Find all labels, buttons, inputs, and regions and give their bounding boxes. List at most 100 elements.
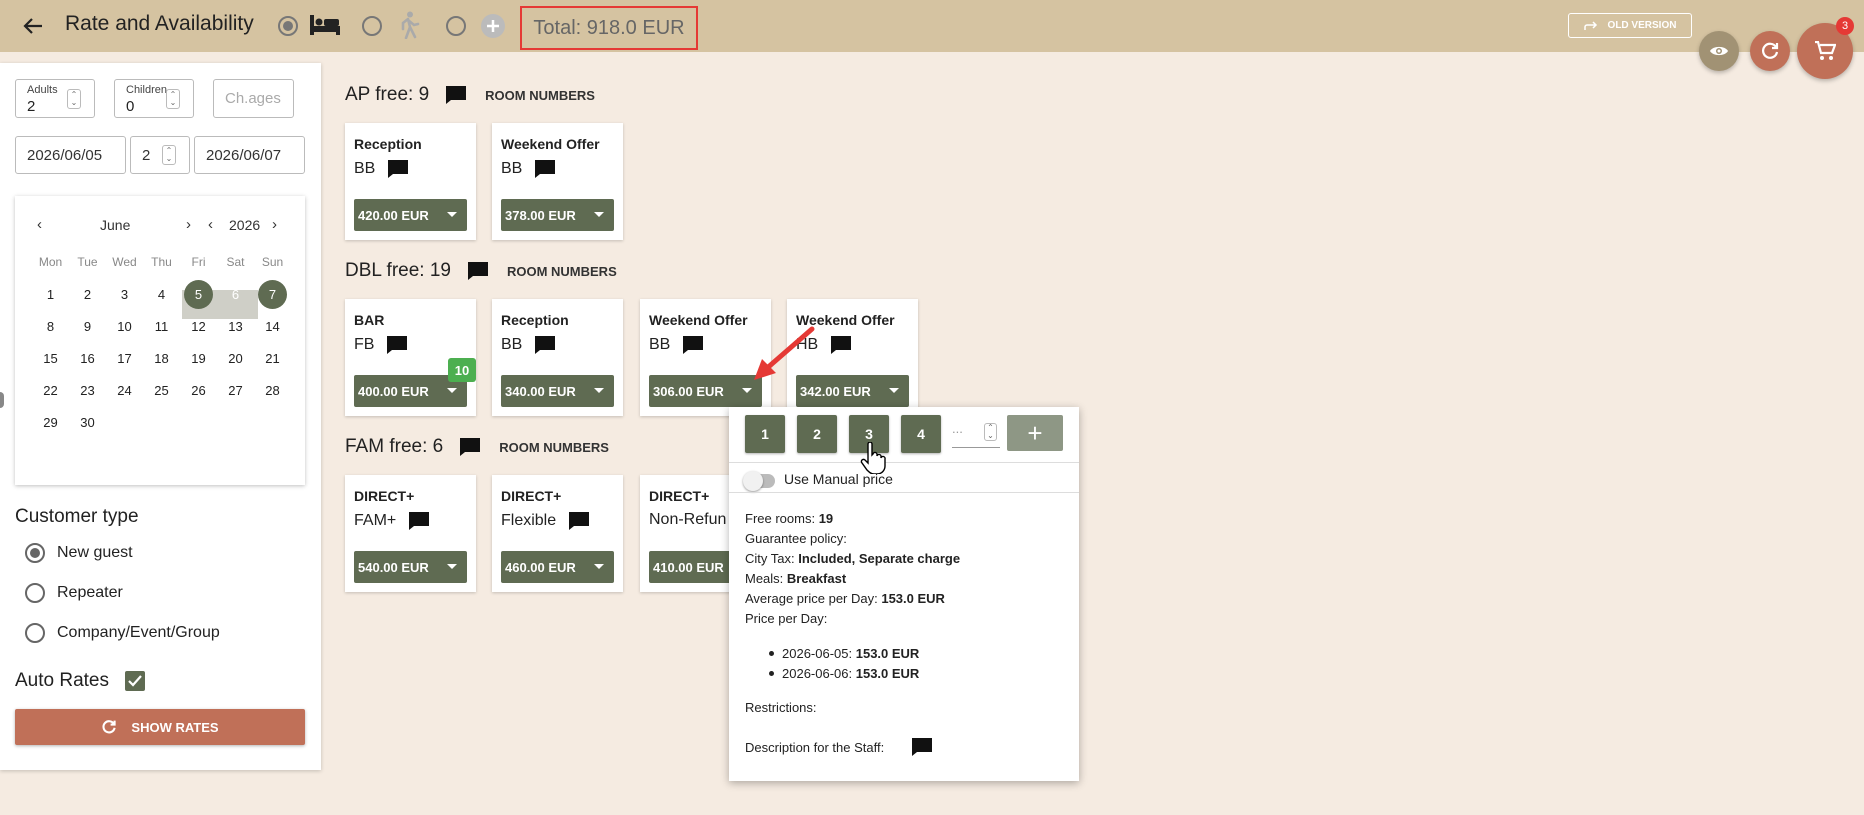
calendar-day[interactable]: 18 xyxy=(143,342,180,374)
nights-stepper[interactable]: ⌃ ⌄ xyxy=(162,145,176,165)
comment-icon[interactable] xyxy=(534,335,556,355)
calendar-day[interactable]: 23 xyxy=(69,374,106,406)
rate-name: Reception xyxy=(354,136,422,152)
prev-year-icon[interactable]: ‹ xyxy=(208,216,213,233)
back-arrow-icon[interactable] xyxy=(18,12,48,40)
comment-icon[interactable] xyxy=(445,85,467,105)
price-dropdown-button[interactable]: 540.00 EUR xyxy=(354,551,467,583)
price-dropdown-button[interactable]: 306.00 EUR xyxy=(649,375,762,407)
comment-icon[interactable] xyxy=(386,335,408,355)
quantity-stepper[interactable]: ⌃ ⌄ xyxy=(984,423,997,441)
adults-stepper[interactable]: ⌃ ⌄ xyxy=(67,89,81,109)
comment-icon[interactable] xyxy=(682,335,704,355)
price-dropdown-button[interactable]: 378.00 EUR xyxy=(501,199,614,231)
mode-radio-rooms[interactable] xyxy=(278,16,298,36)
calendar-day[interactable]: 8 xyxy=(32,310,69,342)
calendar-day[interactable]: 9 xyxy=(69,310,106,342)
staff-description-info: Description for the Staff: xyxy=(745,740,885,755)
radio-company[interactable] xyxy=(25,623,45,643)
radio-new-guest[interactable] xyxy=(25,543,45,563)
calendar-day[interactable]: 24 xyxy=(106,374,143,406)
calendar-day[interactable]: 2 xyxy=(69,278,106,310)
quantity-button-4[interactable]: 4 xyxy=(901,415,941,453)
show-rates-button[interactable]: SHOW RATES xyxy=(15,709,305,745)
price-dropdown-button[interactable]: 340.00 EUR xyxy=(501,375,614,407)
comment-icon[interactable] xyxy=(408,511,430,531)
calendar-day[interactable]: 10 xyxy=(106,310,143,342)
children-stepper[interactable]: ⌃ ⌄ xyxy=(166,89,180,109)
room-type-header-ap: AP free: 9 ROOM NUMBERS xyxy=(345,84,595,106)
date-to-input[interactable]: 2026/06/07 xyxy=(194,136,305,174)
manual-price-toggle[interactable] xyxy=(743,471,775,491)
price-value: 540.00 EUR xyxy=(358,559,429,575)
quantity-button-1[interactable]: 1 xyxy=(745,415,785,453)
calendar-day-end[interactable]: 7 xyxy=(254,278,291,310)
calendar-day-in-range[interactable]: 6 xyxy=(217,278,254,310)
customer-option-repeater[interactable]: Repeater xyxy=(25,583,123,603)
add-quantity-button[interactable]: + xyxy=(1007,415,1063,451)
calendar-day[interactable]: 16 xyxy=(69,342,106,374)
children-value: 0 xyxy=(126,98,135,115)
children-field[interactable]: Children 0 ⌃ ⌄ xyxy=(114,79,194,118)
adults-value: 2 xyxy=(27,98,36,115)
calendar-day[interactable]: 1 xyxy=(32,278,69,310)
next-month-icon[interactable]: › xyxy=(186,216,191,233)
room-numbers-link[interactable]: ROOM NUMBERS xyxy=(485,88,595,103)
mode-radio-activity[interactable] xyxy=(362,16,382,36)
calendar-day[interactable]: 12 xyxy=(180,310,217,342)
calendar-day[interactable]: 21 xyxy=(254,342,291,374)
rate-card: DIRECT+ Flexible 460.00 EUR xyxy=(492,475,623,592)
customer-option-company[interactable]: Company/Event/Group xyxy=(25,623,220,643)
calendar-day[interactable]: 13 xyxy=(217,310,254,342)
child-ages-input[interactable]: Ch.ages xyxy=(213,79,294,118)
nights-field[interactable]: 2 ⌃ ⌄ xyxy=(130,136,190,174)
availability-count-badge: 10 xyxy=(448,358,476,382)
calendar-day[interactable]: 17 xyxy=(106,342,143,374)
rate-name: Weekend Offer xyxy=(501,136,600,152)
calendar-day[interactable]: 15 xyxy=(32,342,69,374)
customer-option-new-guest[interactable]: New guest xyxy=(25,543,133,563)
price-value: 400.00 EUR xyxy=(358,383,429,399)
quantity-input[interactable]: ... ⌃ ⌄ xyxy=(952,421,1000,448)
calendar-day[interactable]: 25 xyxy=(143,374,180,406)
prev-month-icon[interactable]: ‹ xyxy=(37,216,42,233)
weekday-label: Mon xyxy=(38,255,63,269)
radio-repeater[interactable] xyxy=(25,583,45,603)
calendar-day[interactable]: 4 xyxy=(143,278,180,310)
comment-icon[interactable] xyxy=(467,261,489,281)
price-dropdown-button[interactable]: 420.00 EUR xyxy=(354,199,467,231)
date-from-input[interactable]: 2026/06/05 xyxy=(15,136,126,174)
calendar-day[interactable]: 11 xyxy=(143,310,180,342)
calendar-day[interactable]: 22 xyxy=(32,374,69,406)
comment-icon[interactable] xyxy=(534,159,556,179)
comment-icon[interactable] xyxy=(830,335,852,355)
quantity-button-2[interactable]: 2 xyxy=(797,415,837,453)
drawer-handle[interactable] xyxy=(0,392,4,408)
calendar-day[interactable]: 30 xyxy=(69,406,106,438)
calendar-day[interactable]: 20 xyxy=(217,342,254,374)
calendar-day[interactable]: 27 xyxy=(217,374,254,406)
refresh-button[interactable] xyxy=(1750,31,1790,71)
calendar-day[interactable]: 29 xyxy=(32,406,69,438)
preview-button[interactable] xyxy=(1699,31,1739,71)
comment-icon[interactable] xyxy=(911,737,933,757)
old-version-button[interactable]: OLD VERSION xyxy=(1568,13,1692,38)
price-dropdown-button[interactable]: 460.00 EUR xyxy=(501,551,614,583)
room-numbers-link[interactable]: ROOM NUMBERS xyxy=(507,264,617,279)
calendar-day[interactable]: 19 xyxy=(180,342,217,374)
next-year-icon[interactable]: › xyxy=(272,216,277,233)
room-numbers-link[interactable]: ROOM NUMBERS xyxy=(499,440,609,455)
calendar-day[interactable]: 26 xyxy=(180,374,217,406)
calendar-day[interactable]: 3 xyxy=(106,278,143,310)
rate-name: DIRECT+ xyxy=(501,488,562,504)
auto-rates-checkbox[interactable] xyxy=(125,671,145,691)
adults-field[interactable]: Adults 2 ⌃ ⌄ xyxy=(15,79,95,118)
calendar-day-start[interactable]: 5 xyxy=(180,278,217,310)
comment-icon[interactable] xyxy=(387,159,409,179)
comment-icon[interactable] xyxy=(459,437,481,457)
mode-radio-extra[interactable] xyxy=(446,16,466,36)
calendar-day[interactable]: 14 xyxy=(254,310,291,342)
total-price: Total: 918.0 EUR xyxy=(520,6,698,50)
comment-icon[interactable] xyxy=(568,511,590,531)
calendar-day[interactable]: 28 xyxy=(254,374,291,406)
